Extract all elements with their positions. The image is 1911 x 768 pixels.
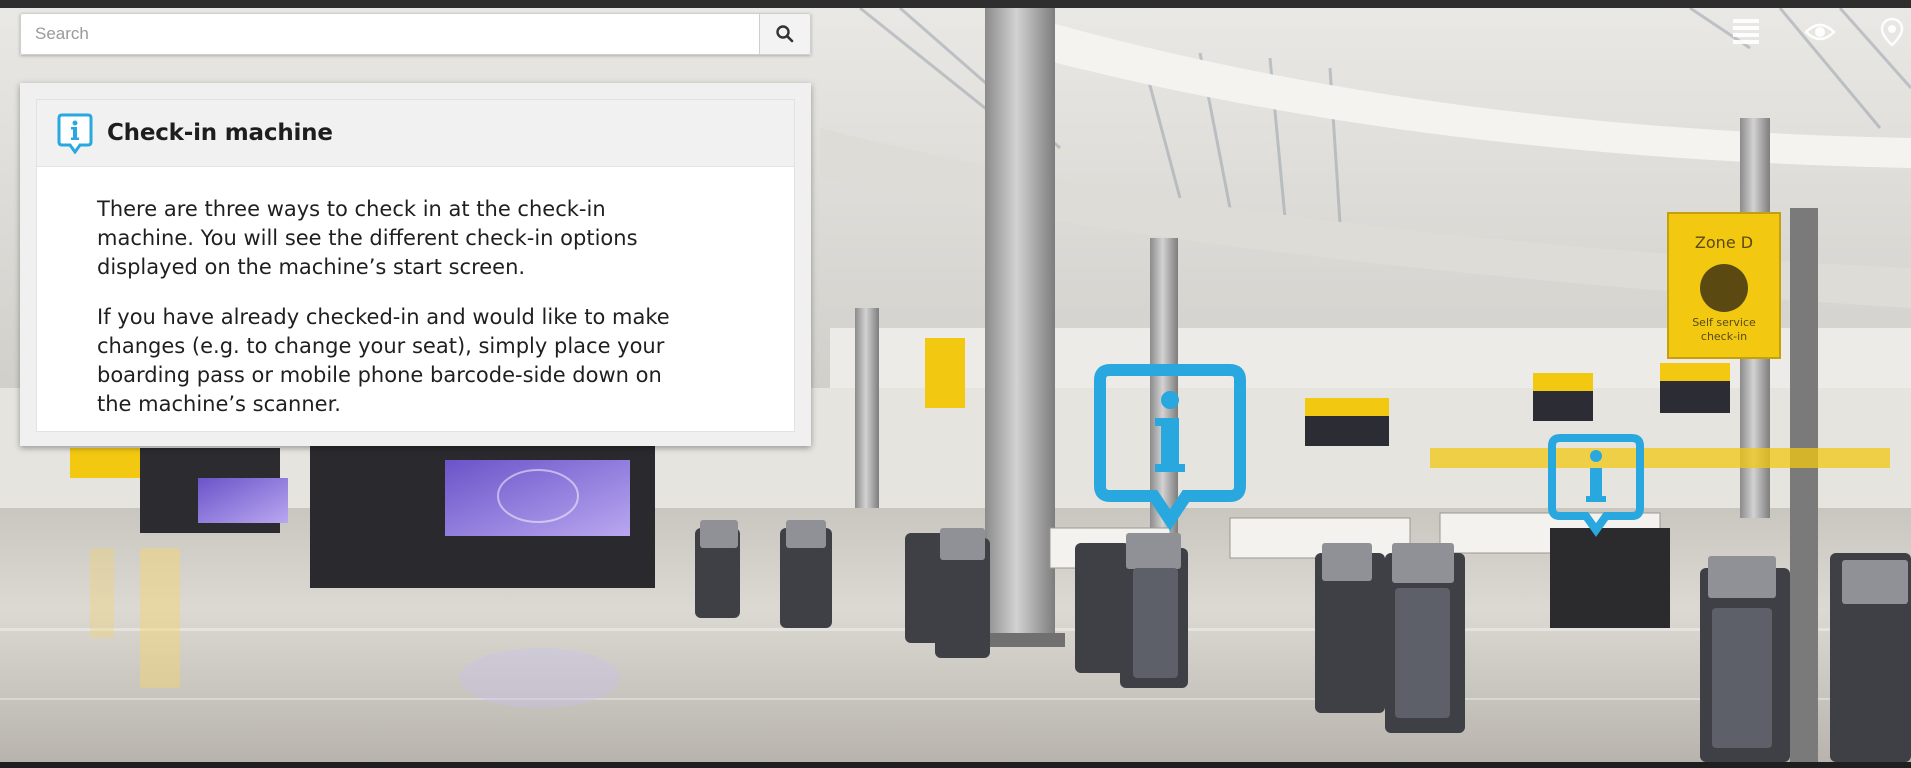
search-bar bbox=[20, 13, 811, 55]
search-input[interactable] bbox=[20, 13, 759, 55]
location-button[interactable] bbox=[1874, 14, 1910, 50]
view-toggle-button[interactable] bbox=[1802, 14, 1838, 50]
bottom-bar bbox=[0, 762, 1911, 768]
info-panel: Check-in machine There are three ways to… bbox=[20, 83, 811, 446]
menu-icon bbox=[1733, 19, 1759, 44]
info-body: There are three ways to check in at the … bbox=[37, 167, 794, 419]
zone-sign-title: Zone D bbox=[1695, 233, 1753, 252]
search-icon bbox=[776, 25, 794, 43]
zone-d-sign: Zone D Self service check-in bbox=[1667, 212, 1781, 359]
info-title: Check-in machine bbox=[107, 120, 333, 146]
info-card: Check-in machine There are three ways to… bbox=[36, 99, 795, 432]
eye-icon bbox=[1804, 23, 1836, 41]
menu-button[interactable] bbox=[1728, 14, 1764, 50]
search-button[interactable] bbox=[759, 13, 811, 55]
info-speech-icon bbox=[57, 113, 93, 154]
top-bar bbox=[0, 0, 1911, 8]
zone-sign-caption: Self service bbox=[1692, 316, 1756, 329]
location-pin-icon bbox=[1880, 17, 1904, 47]
info-paragraph: If you have already checked-in and would… bbox=[97, 305, 670, 416]
info-paragraph: There are three ways to check in at the … bbox=[97, 197, 638, 279]
info-header: Check-in machine bbox=[37, 100, 794, 167]
zone-sign-caption-2: check-in bbox=[1701, 330, 1747, 343]
